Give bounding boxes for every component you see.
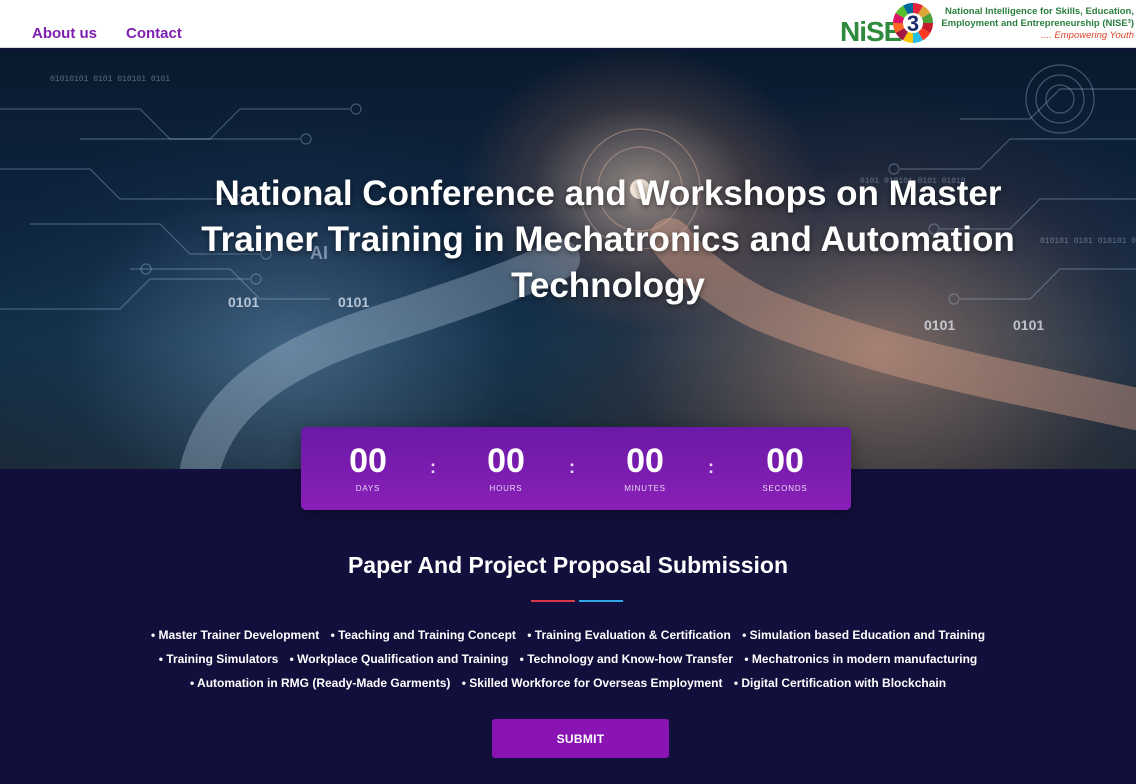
countdown-hours-label: HOURS <box>489 484 523 493</box>
countdown-seconds: 00 SECONDS <box>735 442 835 495</box>
topic-item: • Mechatronics in modern manufacturing <box>744 652 978 666</box>
topic-item: • Workplace Qualification and Training <box>289 652 509 666</box>
hero-title: National Conference and Workshops on Mas… <box>201 174 1015 305</box>
topic-item: • Master Trainer Development <box>150 628 320 642</box>
sdg-wheel-icon: 3 <box>893 3 933 43</box>
countdown-timer: 00 DAYS : 00 HOURS : 00 MINUTES : 00 SEC… <box>301 427 851 510</box>
logo-text: National Intelligence for Skills, Educat… <box>940 6 1134 42</box>
logo-line-1: National Intelligence for Skills, Educat… <box>945 6 1134 17</box>
hero-banner: 01010101 0101 010101 0101 0101 010101 01… <box>0 49 1136 469</box>
countdown-minutes-label: MINUTES <box>624 484 666 493</box>
section-title: Paper And Project Proposal Submission <box>347 552 789 578</box>
nise3-logo[interactable]: NiSE 3 National Intelligence for Skills,… <box>840 2 1134 47</box>
site-header: About us Contact NiSE 3 National Intelli… <box>0 0 1136 48</box>
countdown-separator: : <box>430 457 436 477</box>
topic-item: • Teaching and Training Concept <box>330 628 516 642</box>
submit-button[interactable]: SUBMIT <box>492 719 669 758</box>
binary-text: 0101 <box>1013 317 1044 333</box>
countdown-separator: : <box>708 457 714 477</box>
title-divider-blue <box>579 600 623 602</box>
binary-text: 010101 0101 010101 0101 <box>1040 237 1136 246</box>
topic-item: • Training Simulators <box>158 652 279 666</box>
countdown-days-label: DAYS <box>355 484 381 493</box>
logo-superscript: 3 <box>907 11 919 36</box>
topic-item: • Training Evaluation & Certification <box>527 628 731 642</box>
topic-item: • Automation in RMG (Ready-Made Garments… <box>189 676 451 690</box>
countdown-hours: 00 HOURS <box>456 442 556 495</box>
countdown-seconds-label: SECONDS <box>762 484 808 493</box>
countdown-separator: : <box>569 457 575 477</box>
countdown-days: 00 DAYS <box>318 442 418 495</box>
binary-text: 0101 <box>924 317 955 333</box>
topic-item: • Simulation based Education and Trainin… <box>742 628 986 642</box>
logo-line-2: Employment and Entrepreneurship (NISE³) <box>941 18 1134 29</box>
topic-item: • Skilled Workforce for Overseas Employm… <box>461 676 723 690</box>
title-divider-red <box>531 600 575 602</box>
countdown-hours-value: 00 <box>487 442 525 480</box>
logo-tagline: .... Empowering Youth <box>1041 30 1134 41</box>
nav-about-link[interactable]: About us <box>32 25 97 42</box>
topic-item: • Technology and Know-how Transfer <box>519 652 733 666</box>
countdown-days-value: 00 <box>349 442 387 480</box>
countdown-minutes-value: 00 <box>626 442 664 480</box>
topic-item: • Digital Certification with Blockchain <box>733 676 947 690</box>
countdown-seconds-value: 00 <box>766 442 804 480</box>
binary-text: 01010101 0101 010101 0101 <box>50 75 170 84</box>
countdown-minutes: 00 MINUTES <box>595 442 695 495</box>
nav-contact-link[interactable]: Contact <box>126 25 182 42</box>
topic-list: • Master Trainer Development • Teaching … <box>80 623 1056 695</box>
